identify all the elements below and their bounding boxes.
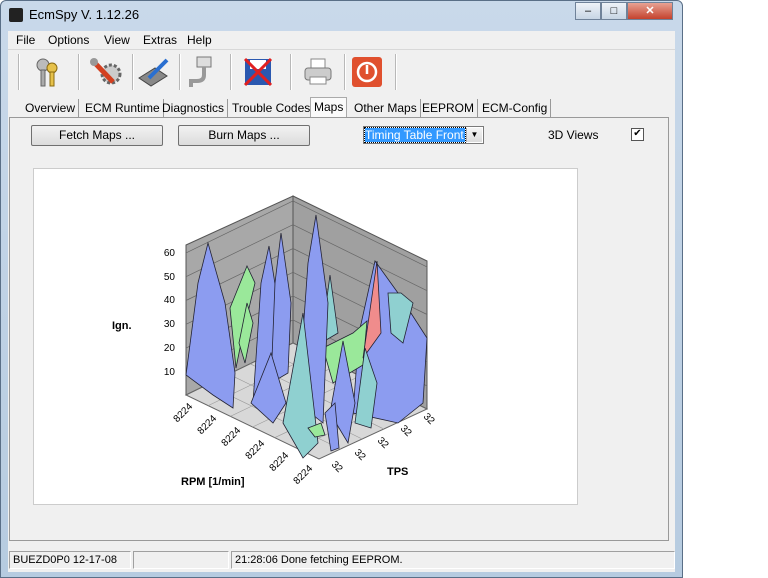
z-tick-label: 10 [164, 367, 176, 378]
separator [290, 54, 292, 90]
app-icon [9, 8, 23, 22]
tab-eeprom[interactable]: EEPROM [419, 99, 479, 117]
maps-panel: Fetch Maps ... Burn Maps ... Timing Tabl… [9, 117, 669, 541]
app-window: EcmSpy V. 1.12.26 – □ ✕ File Options Vie… [0, 0, 683, 578]
menu-options[interactable]: Options [48, 33, 89, 47]
window-title: EcmSpy V. 1.12.26 [29, 7, 140, 22]
x-tick-label: 8224 [196, 413, 220, 437]
close-button[interactable]: ✕ [627, 2, 673, 20]
z-tick-label: 40 [164, 295, 176, 306]
x-axis-label: RPM [1/min] [181, 476, 245, 488]
z-axis-label: Ign. [112, 320, 132, 332]
tab-ecm-runtime[interactable]: ECM Runtime [82, 99, 164, 117]
separator [132, 54, 134, 90]
keys-icon[interactable] [30, 54, 66, 90]
x-tick-label: 8224 [244, 438, 268, 462]
separator [230, 54, 232, 90]
status-bar: BUEZD0P0 12-17-08 21:28:06 Done fetching… [8, 549, 675, 571]
separator [179, 54, 181, 90]
3d-views-checkbox[interactable]: ✔ [631, 128, 644, 141]
status-middle [133, 551, 229, 569]
fetch-maps-button[interactable]: Fetch Maps ... [31, 125, 163, 146]
y-tick-label: 32 [375, 435, 391, 451]
surface-chart: 60 50 40 30 20 10 Ign. 8224 8224 8224 82… [112, 195, 437, 488]
z-tick-label: 60 [164, 248, 176, 259]
z-tick-label: 20 [164, 343, 176, 354]
map-table-selected: Timing Table Front [364, 127, 466, 143]
x-tick-label: 8224 [268, 450, 292, 474]
tab-overview[interactable]: Overview [22, 99, 80, 117]
y-tick-label: 32 [329, 459, 345, 475]
3d-views-label: 3D Views [548, 128, 599, 142]
serial-cable-icon[interactable] [184, 54, 220, 90]
burn-maps-button[interactable]: Burn Maps ... [178, 125, 310, 146]
z-tick-label: 50 [164, 272, 176, 283]
tab-maps[interactable]: Maps [310, 97, 348, 118]
menu-extras[interactable]: Extras [143, 33, 177, 47]
settings-wrench-gear-icon[interactable] [88, 54, 124, 90]
separator [18, 54, 20, 90]
x-tick-label: 8224 [292, 463, 316, 487]
menu-help[interactable]: Help [187, 33, 212, 47]
tab-trouble-codes[interactable]: Trouble Codes [229, 99, 315, 117]
x-tick-label: 8224 [172, 401, 196, 425]
z-tick-label: 30 [164, 319, 176, 330]
minimize-button[interactable]: – [575, 2, 601, 20]
y-tick-label: 32 [398, 423, 414, 439]
tab-ecm-config[interactable]: ECM-Config [479, 99, 552, 117]
y-tick-label: 32 [352, 447, 368, 463]
separator [395, 54, 397, 90]
x-tick-label: 8224 [220, 425, 244, 449]
toolbar [8, 49, 675, 94]
status-ecu: BUEZD0P0 12-17-08 [9, 551, 131, 569]
client-area: File Options View Extras Help Overview E… [8, 31, 675, 572]
tab-diagnostics[interactable]: Diagnostics [159, 99, 229, 117]
status-message: 21:28:06 Done fetching EEPROM. [231, 551, 675, 569]
power-icon[interactable] [349, 54, 385, 90]
separator [78, 54, 80, 90]
y-axis-label: TPS [387, 466, 408, 478]
separator [344, 54, 346, 90]
chart-area: 60 50 40 30 20 10 Ign. 8224 8224 8224 82… [33, 168, 578, 505]
tab-other-maps[interactable]: Other Maps [351, 99, 421, 117]
chip-pencil-icon[interactable] [136, 54, 172, 90]
menu-view[interactable]: View [104, 33, 130, 47]
chevron-down-icon[interactable]: ▼ [466, 128, 482, 142]
printer-icon[interactable] [300, 54, 336, 90]
map-table-select[interactable]: Timing Table Front ▼ [363, 126, 484, 144]
disk-crossed-icon[interactable] [240, 54, 276, 90]
title-bar: EcmSpy V. 1.12.26 – □ ✕ [1, 1, 682, 29]
y-tick-label: 32 [421, 411, 437, 427]
maximize-button[interactable]: □ [601, 2, 627, 20]
menu-file[interactable]: File [16, 33, 35, 47]
menu-bar: File Options View Extras Help [8, 31, 675, 49]
